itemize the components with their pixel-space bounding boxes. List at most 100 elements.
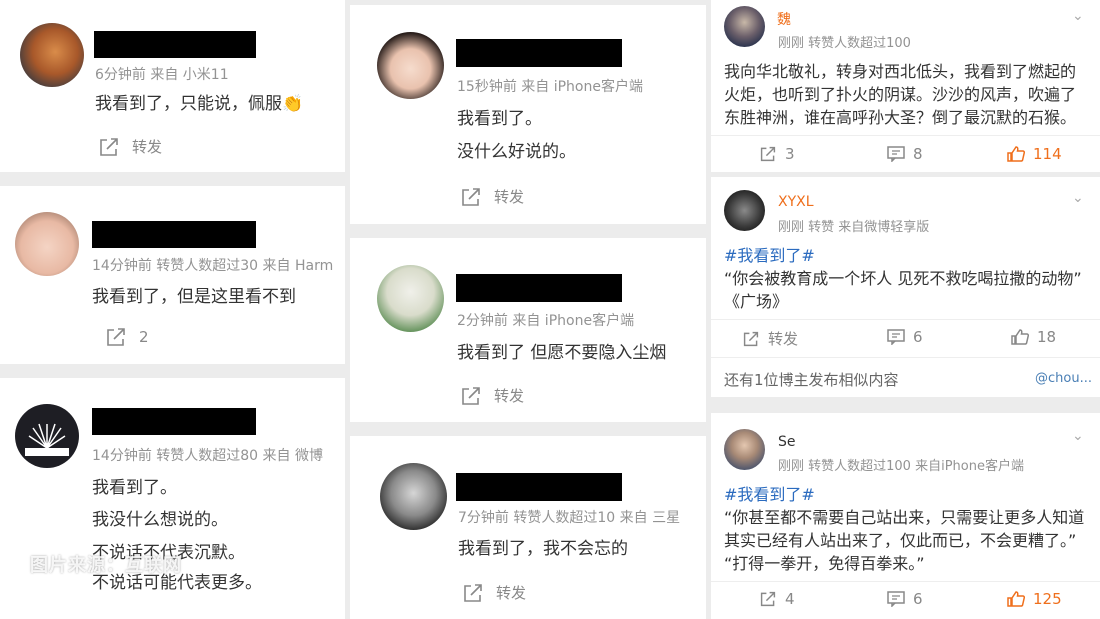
hashtag-link[interactable]: #我看到了# (724, 242, 815, 266)
post-meta: 7分钟前 转赞人数超过10 来自 三星 (458, 510, 681, 526)
divider (711, 357, 1100, 358)
post-meta: 14分钟前 转赞人数超过30 来自 Harm (92, 258, 334, 274)
post-card-8: XYXL ⌄ 刚刚 转赞 来自微博轻享版 #我看到了# “你会被教育成一个坏人 … (711, 177, 1100, 397)
repost-icon (462, 583, 484, 603)
avatar-older-man[interactable] (724, 429, 765, 470)
post-text-line-1: 我向华北敬礼，转身对西北低头，我看到了燃起的 (724, 62, 1077, 81)
repost-label: 转发 (132, 138, 163, 156)
avatar-tokyo-logo[interactable] (15, 404, 79, 468)
like-button[interactable]: 114 (1007, 145, 1062, 163)
post-meta: 刚刚 转赞人数超过100 (778, 36, 911, 51)
repost-label: 转发 (768, 330, 799, 348)
repost-button[interactable]: 3 (759, 145, 795, 163)
post-text-line-3: 东胜神洲，谁在高呼孙大圣？倒了最沉默的石猴。 (724, 108, 1077, 127)
repost-button[interactable]: 转发 (98, 136, 162, 157)
redacted-username (92, 221, 256, 248)
repost-button[interactable]: 2 (105, 327, 149, 347)
post-text-line-3: “打得一拳开，免得百拳来。” (724, 554, 925, 573)
post-card-2: 14分钟前 转赞人数超过30 来自 Harm 我看到了，但是这里看不到 2 (0, 186, 345, 364)
post-text-line-2: 我没什么想说的。 (92, 510, 228, 530)
like-button[interactable]: 125 (1007, 590, 1062, 608)
post-meta: 14分钟前 转赞人数超过80 来自 微博 (92, 448, 323, 464)
post-text: 我看到了，但是这里看不到 (92, 287, 296, 307)
repost-count: 2 (139, 328, 149, 346)
avatar-cat[interactable] (20, 23, 84, 87)
avatar-face[interactable] (15, 212, 79, 276)
post-text-line-1: 我看到了。 (92, 478, 177, 498)
post-meta: 6分钟前 来自 小米11 (95, 67, 229, 83)
thumbs-up-icon (1011, 329, 1029, 345)
avatar-man-glasses[interactable] (724, 6, 765, 47)
comment-button[interactable]: 6 (887, 590, 923, 608)
repost-button[interactable]: 转发 (742, 328, 798, 349)
repost-icon (105, 327, 127, 347)
comment-count: 6 (913, 328, 923, 346)
comment-count: 6 (913, 590, 923, 608)
repost-icon (759, 591, 777, 607)
redacted-username (92, 408, 256, 435)
avatar-cartoon-dog[interactable] (377, 265, 444, 332)
repost-button[interactable]: 转发 (460, 186, 524, 207)
repost-label: 转发 (494, 188, 525, 206)
hashtag-link[interactable]: #我看到了# (724, 481, 815, 505)
repost-button[interactable]: 4 (759, 590, 795, 608)
chevron-down-icon[interactable]: ⌄ (1072, 8, 1084, 24)
thumbs-up-icon (1007, 146, 1025, 162)
post-text-line-2: 其实已经有人站出来了，仅此而已，不会更糟了。” (724, 531, 1077, 550)
repost-button[interactable]: 转发 (462, 582, 526, 603)
image-source-watermark: 图片来源：互联网 (30, 555, 182, 576)
username[interactable]: 魏 (777, 9, 791, 29)
post-text-line-1: 我看到了。 (457, 109, 542, 129)
redacted-username (456, 473, 622, 501)
chevron-down-icon[interactable]: ⌄ (1072, 428, 1084, 444)
similar-content-link[interactable]: 还有1位博主发布相似内容 (724, 369, 899, 390)
post-card-7: 魏 ⌄ 刚刚 转赞人数超过100 我向华北敬礼，转身对西北低头，我看到了燃起的 … (711, 0, 1100, 172)
repost-label: 转发 (496, 584, 527, 602)
post-card-5: 2分钟前 来自 iPhone客户端 我看到了 但愿不要隐入尘烟 转发 (350, 238, 706, 422)
avatar-dark-scene[interactable] (724, 190, 765, 231)
post-text: 我看到了，只能说，佩服👏 (95, 94, 304, 114)
repost-icon (98, 137, 120, 157)
repost-count: 3 (785, 145, 795, 163)
repost-icon (742, 331, 760, 347)
divider (711, 135, 1100, 136)
post-text-line-1: “你会被教育成一个坏人 见死不救吃喝拉撒的动物” (724, 269, 1082, 288)
username[interactable]: XYXL (778, 194, 814, 210)
mention-link[interactable]: @chou... (1035, 371, 1092, 386)
username[interactable]: Se (778, 434, 796, 450)
like-count: 18 (1037, 328, 1057, 346)
comment-button[interactable]: 8 (887, 145, 923, 163)
post-meta: 刚刚 转赞 来自微博轻享版 (778, 220, 930, 235)
post-text: 我看到了，我不会忘的 (458, 539, 628, 559)
like-button[interactable]: 18 (1011, 328, 1056, 346)
redacted-username (94, 31, 256, 58)
post-card-3: 14分钟前 转赞人数超过80 来自 微博 我看到了。 我没什么想说的。 不说话不… (0, 378, 345, 619)
like-count: 114 (1033, 145, 1062, 163)
post-text-line-1: “你甚至都不需要自己站出来，只需要让更多人知道 (724, 508, 1085, 527)
divider (711, 319, 1100, 320)
post-card-1: 6分钟前 来自 小米11 我看到了，只能说，佩服👏 转发 (0, 0, 345, 172)
thumbs-up-icon (1007, 591, 1025, 607)
post-text-line-2: 没什么好说的。 (457, 142, 576, 162)
redacted-username (456, 274, 622, 302)
redacted-username (456, 39, 622, 67)
post-card-4: 15秒钟前 来自 iPhone客户端 我看到了。 没什么好说的。 转发 (350, 5, 706, 224)
post-card-9: Se ⌄ 刚刚 转赞人数超过100 来自iPhone客户端 #我看到了# “你甚… (711, 413, 1100, 619)
comment-icon (887, 591, 905, 607)
post-text: 我看到了 但愿不要隐入尘烟 (457, 343, 667, 363)
avatar-dark-figure[interactable] (380, 463, 447, 530)
post-meta: 刚刚 转赞人数超过100 来自iPhone客户端 (778, 459, 1024, 474)
repost-icon (759, 146, 777, 162)
comment-icon (887, 329, 905, 345)
chevron-down-icon[interactable]: ⌄ (1072, 190, 1084, 206)
comment-button[interactable]: 6 (887, 328, 923, 346)
repost-button[interactable]: 转发 (460, 385, 524, 406)
comment-count: 8 (913, 145, 923, 163)
repost-icon (460, 187, 482, 207)
post-meta: 15秒钟前 来自 iPhone客户端 (457, 79, 643, 95)
repost-icon (460, 386, 482, 406)
like-count: 125 (1033, 590, 1062, 608)
repost-label: 转发 (494, 387, 525, 405)
post-text-line-2: 《广场》 (724, 292, 789, 311)
avatar-woman[interactable] (377, 32, 444, 99)
